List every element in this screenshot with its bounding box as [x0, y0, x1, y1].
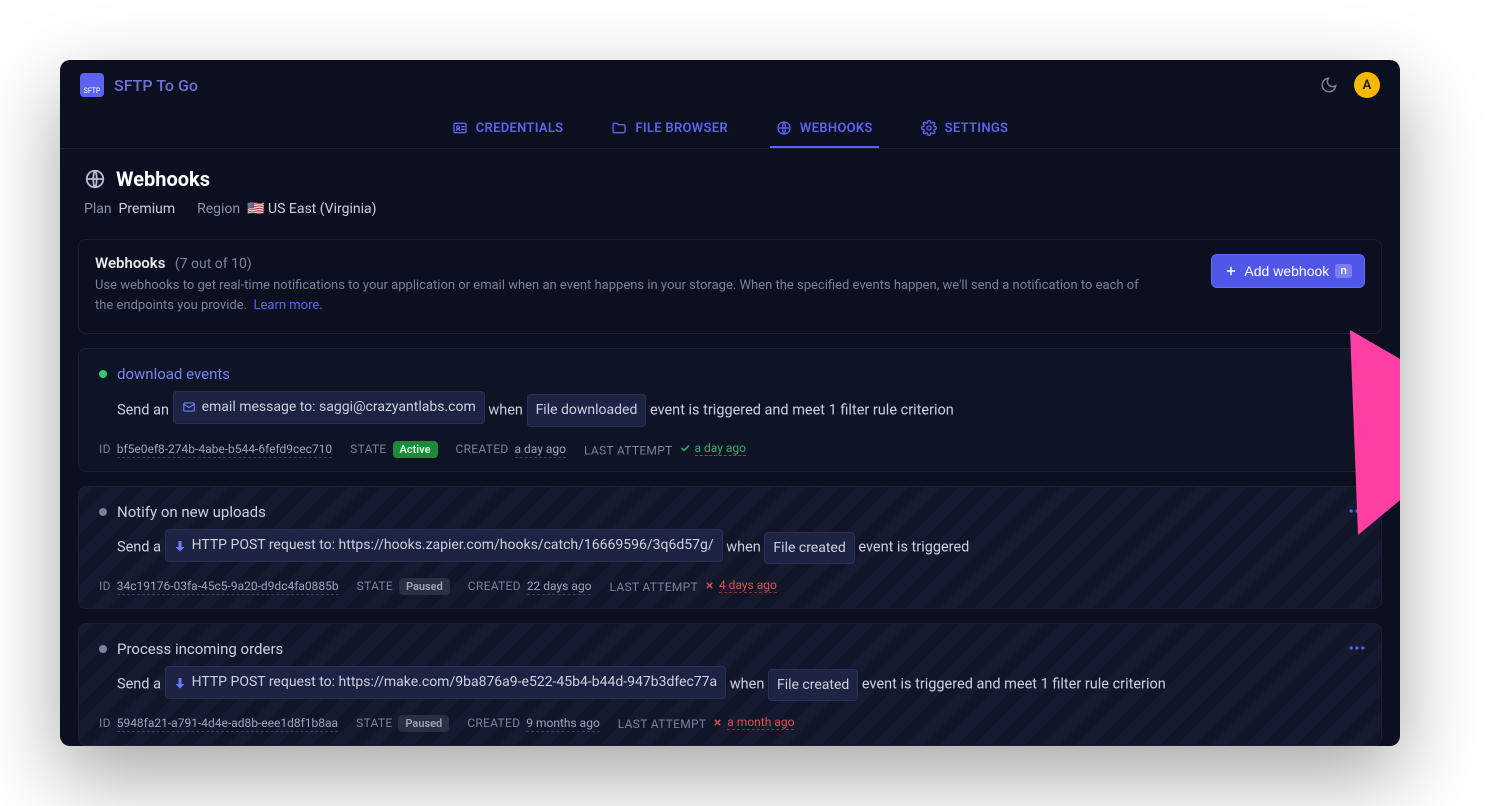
when-label: when — [730, 676, 765, 693]
action-label: HTTP POST request to: https://hooks.zapi… — [192, 532, 714, 559]
plus-icon — [1224, 264, 1238, 278]
when-label: when — [726, 539, 761, 556]
status-dot — [99, 645, 107, 653]
webhook-name[interactable]: Notify on new uploads — [117, 503, 266, 521]
attempt-fail-icon: 4 days ago — [704, 578, 777, 593]
last-attempt-label: LAST ATTEMPT — [609, 580, 698, 594]
tab-file-browser[interactable]: FILE BROWSER — [605, 110, 734, 148]
post-icon — [174, 540, 186, 552]
event-chip: File downloaded — [527, 394, 647, 427]
when-label: when — [488, 401, 523, 418]
id-value: bf5e0ef8-274b-4abe-b544-6fefd9cec710 — [117, 442, 332, 458]
card-menu-button[interactable] — [1347, 638, 1367, 658]
sentence-suffix: event is triggered and meet 1 filter rul… — [650, 401, 954, 418]
brand[interactable]: SFTP SFTP To Go — [80, 73, 198, 97]
region-label: Region — [197, 201, 240, 217]
last-attempt-value: 4 days ago — [719, 578, 777, 593]
mail-icon — [182, 400, 196, 414]
created-value: 9 months ago — [526, 716, 600, 732]
created-label: CREATED — [467, 716, 520, 730]
created-label: CREATED — [456, 442, 509, 456]
id-value: 5948fa21-a791-4d4e-ad8b-eee1d8f1b8aa — [117, 716, 338, 732]
event-chip: File created — [764, 532, 854, 565]
action-label: email message to: saggi@crazyantlabs.com — [202, 394, 476, 421]
id-label: ID — [99, 579, 111, 593]
created-value: 22 days ago — [527, 579, 592, 595]
state-label: STATE — [356, 716, 392, 730]
tab-label: WEBHOOKS — [800, 121, 873, 136]
tab-label: SETTINGS — [945, 121, 1009, 136]
last-attempt-value: a month ago — [727, 715, 794, 730]
tab-settings[interactable]: SETTINGS — [915, 110, 1015, 148]
webhook-card[interactable]: Notify on new uploads Send a HTTP POST r… — [78, 486, 1382, 609]
created-value: a day ago — [515, 442, 566, 458]
attempt-fail-icon: a month ago — [712, 715, 794, 730]
last-attempt-value: a day ago — [695, 441, 746, 456]
learn-more-link[interactable]: Learn more — [254, 298, 320, 313]
event-chip: File created — [768, 669, 858, 702]
sentence-suffix: event is triggered — [858, 539, 969, 556]
tab-label: FILE BROWSER — [635, 121, 728, 136]
action-chip: HTTP POST request to: https://make.com/9… — [165, 666, 727, 699]
flag-icon: 🇺🇸 — [247, 201, 264, 217]
region-value: US East (Virginia) — [268, 201, 376, 217]
add-webhook-button[interactable]: Add webhook n — [1211, 254, 1365, 288]
section-count: (7 out of 10) — [175, 256, 252, 272]
page-title: Webhooks — [116, 167, 210, 191]
avatar[interactable]: A — [1354, 72, 1380, 98]
action-chip: HTTP POST request to: https://hooks.zapi… — [165, 529, 723, 562]
id-value: 34c19176-03fa-45c5-9a20-d9dc4fa0885b — [117, 579, 339, 595]
section-title: Webhooks — [95, 254, 165, 272]
id-card-icon — [452, 120, 468, 136]
plan-label: Plan — [84, 201, 112, 217]
id-label: ID — [99, 716, 111, 730]
action-label: HTTP POST request to: https://make.com/9… — [192, 669, 718, 696]
dark-mode-icon[interactable] — [1320, 76, 1338, 94]
main-tabs: CREDENTIALS FILE BROWSER WEBHOOKS SETTIN… — [60, 110, 1400, 149]
section-description: Use webhooks to get real-time notificati… — [95, 278, 1139, 313]
add-webhook-label: Add webhook — [1244, 263, 1329, 279]
last-attempt-label: LAST ATTEMPT — [584, 443, 673, 457]
folder-icon — [611, 120, 627, 136]
plan-value: Premium — [119, 201, 176, 217]
sentence-suffix: event is triggered and meet 1 filter rul… — [862, 676, 1166, 693]
action-chip: email message to: saggi@crazyantlabs.com — [173, 391, 485, 424]
sentence-prefix: Send a — [117, 539, 161, 556]
last-attempt-label: LAST ATTEMPT — [618, 717, 707, 731]
status-dot — [99, 508, 107, 516]
tab-label: CREDENTIALS — [476, 121, 564, 136]
globe-icon — [84, 168, 106, 190]
created-label: CREATED — [468, 579, 521, 593]
tab-credentials[interactable]: CREDENTIALS — [446, 110, 570, 148]
card-menu-button[interactable] — [1347, 501, 1367, 521]
webhooks-section: Webhooks (7 out of 10) Use webhooks to g… — [78, 239, 1382, 334]
brand-logo: SFTP — [80, 73, 104, 97]
state-badge: Active — [393, 441, 438, 458]
sentence-prefix: Send a — [117, 676, 161, 693]
webhook-name[interactable]: Process incoming orders — [117, 640, 283, 658]
webhook-card[interactable]: Process incoming orders Send a HTTP POST… — [78, 623, 1382, 746]
state-label: STATE — [357, 579, 393, 593]
webhook-card[interactable]: download events Send an email message to… — [78, 348, 1382, 472]
globe-icon — [776, 120, 792, 136]
kbd-shortcut: n — [1335, 264, 1352, 278]
brand-title: SFTP To Go — [114, 76, 198, 95]
id-label: ID — [99, 442, 111, 456]
gear-icon — [921, 120, 937, 136]
attempt-success-icon: a day ago — [679, 441, 746, 456]
state-badge: Paused — [399, 578, 450, 595]
webhook-name[interactable]: download events — [117, 365, 230, 383]
post-icon — [174, 677, 186, 689]
state-label: STATE — [350, 442, 386, 456]
tab-webhooks[interactable]: WEBHOOKS — [770, 110, 879, 148]
sentence-prefix: Send an — [117, 401, 169, 418]
status-dot — [99, 370, 107, 378]
state-badge: Paused — [398, 715, 449, 732]
